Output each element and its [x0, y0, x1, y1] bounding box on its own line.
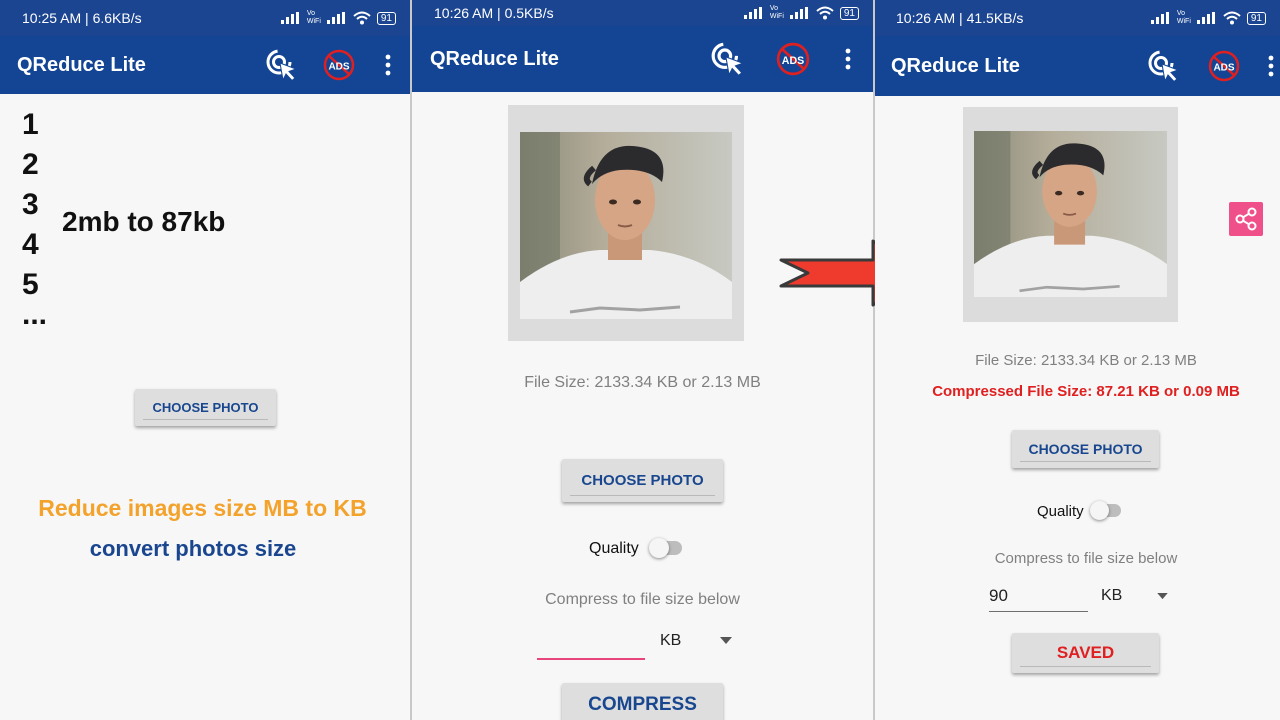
app-bar: QReduce Lite ADS: [412, 26, 873, 92]
status-time: 10:26 AM | 41.5KB/s: [896, 10, 1024, 26]
battery-icon: 91: [839, 6, 859, 20]
cursor-click-icon[interactable]: [710, 41, 746, 77]
signal-bars-icon: [743, 7, 762, 19]
signal-bars-icon: [1196, 12, 1215, 24]
file-size-text: File Size: 2133.34 KB or 2.13 MB: [524, 374, 761, 391]
wifi-icon: [1223, 11, 1241, 25]
file-size-text: File Size: 2133.34 KB or 2.13 MB: [975, 352, 1197, 369]
cursor-click-icon[interactable]: [1147, 49, 1181, 83]
phone-screen-3: 10:26 AM | 41.5KB/s Vo WiFi 91 QReduce L…: [875, 0, 1280, 720]
status-icons: Vo WiFi 91: [1150, 0, 1266, 36]
size-input-value: 90: [989, 586, 1008, 605]
vowifi-label: Vo WiFi: [306, 10, 321, 25]
photo-preview-frame: [508, 105, 744, 341]
numbered-list: 1 2 3 4 5 ...: [22, 105, 48, 331]
compress-label-text: COMPRESS: [588, 694, 697, 715]
app-title: QReduce Lite: [17, 54, 146, 76]
signal-bars-icon: [1150, 12, 1169, 24]
choose-photo-label: CHOOSE PHOTO: [581, 472, 704, 489]
phone-screen-2: 10:26 AM | 0.5KB/s Vo WiFi 91 QReduce Li…: [412, 0, 873, 720]
quality-label: Quality: [1037, 503, 1084, 520]
promo-line-2: convert photos size: [89, 536, 297, 561]
status-time: 10:25 AM | 6.6KB/s: [22, 10, 142, 26]
size-input[interactable]: 90: [989, 580, 1088, 612]
quality-toggle[interactable]: [1090, 501, 1121, 520]
status-bar: 10:26 AM | 0.5KB/s Vo WiFi 91: [412, 0, 873, 26]
choose-photo-button[interactable]: CHOOSE PHOTO: [135, 389, 276, 426]
more-vert-icon[interactable]: [842, 47, 854, 71]
battery-icon: 91: [1246, 11, 1266, 25]
wifi-icon: [353, 11, 371, 25]
portrait-image: [974, 131, 1167, 297]
wifi-icon: [816, 6, 834, 20]
quality-label: Quality: [589, 540, 639, 557]
list-item: 4: [22, 228, 39, 261]
headline: 2mb to 87kb: [62, 206, 226, 237]
app-bar: QReduce Lite ADS: [875, 36, 1280, 96]
app-title: QReduce Lite: [430, 48, 559, 70]
list-item: 1: [22, 108, 39, 141]
photo-preview-frame: [963, 107, 1178, 322]
list-item: 2: [22, 148, 39, 181]
size-input[interactable]: [537, 626, 645, 660]
more-vert-icon[interactable]: [1265, 54, 1277, 78]
unit-select[interactable]: KB: [660, 632, 734, 654]
status-icons: Vo WiFi 91: [280, 0, 396, 36]
choose-photo-label: CHOOSE PHOTO: [152, 400, 259, 415]
status-bar: 10:26 AM | 41.5KB/s Vo WiFi 91: [875, 0, 1280, 36]
compress-label: Compress to file size below: [994, 550, 1178, 567]
no-ads-icon[interactable]: ADS: [776, 42, 810, 76]
saved-label: SAVED: [1056, 643, 1115, 662]
quality-toggle[interactable]: [649, 538, 682, 558]
unit-value: KB: [1101, 587, 1123, 604]
choose-photo-button[interactable]: CHOOSE PHOTO: [1012, 430, 1159, 468]
app-bar: QReduce Lite ADS: [0, 36, 410, 94]
promo-line-1: Reduce images size MB to KB: [38, 495, 367, 521]
unit-select[interactable]: KB: [1101, 587, 1171, 609]
compressed-size-text: Compressed File Size: 87.21 KB or 0.09 M…: [932, 383, 1240, 400]
app-title: QReduce Lite: [891, 55, 1020, 77]
portrait-image: [520, 132, 732, 319]
compress-button[interactable]: COMPRESS: [562, 683, 723, 720]
unit-value: KB: [660, 632, 682, 649]
status-icons: Vo WiFi 91: [743, 0, 859, 26]
choose-photo-button[interactable]: CHOOSE PHOTO: [562, 459, 723, 502]
vowifi-label: Vo WiFi: [769, 5, 784, 20]
vowifi-label: Vo WiFi: [1176, 10, 1191, 25]
compressed-photo: [974, 131, 1167, 297]
no-ads-icon[interactable]: ADS: [323, 49, 355, 81]
list-item: 3: [22, 188, 39, 221]
saved-button[interactable]: SAVED: [1012, 633, 1159, 673]
share-icon[interactable]: [1229, 202, 1263, 236]
compress-label: Compress to file size below: [545, 591, 740, 608]
battery-icon: 91: [376, 11, 396, 25]
signal-bars-icon: [280, 12, 299, 24]
cursor-click-icon[interactable]: [265, 48, 299, 82]
signal-bars-icon: [326, 12, 345, 24]
status-bar: 10:25 AM | 6.6KB/s Vo WiFi 91: [0, 0, 410, 36]
svg-text:ADS: ADS: [1213, 63, 1234, 74]
dropdown-arrow-icon: [720, 637, 732, 644]
svg-text:ADS: ADS: [782, 55, 804, 67]
list-item: ...: [22, 298, 48, 331]
svg-text:ADS: ADS: [328, 62, 349, 73]
signal-bars-icon: [789, 7, 808, 19]
status-time: 10:26 AM | 0.5KB/s: [434, 5, 554, 21]
selected-photo: [520, 132, 732, 319]
phone-screen-1: 10:25 AM | 6.6KB/s Vo WiFi 91 QReduce Li…: [0, 0, 410, 720]
more-vert-icon[interactable]: [382, 53, 394, 77]
dropdown-arrow-icon: [1157, 593, 1168, 600]
choose-photo-label: CHOOSE PHOTO: [1028, 441, 1143, 457]
no-ads-icon[interactable]: ADS: [1208, 50, 1240, 82]
